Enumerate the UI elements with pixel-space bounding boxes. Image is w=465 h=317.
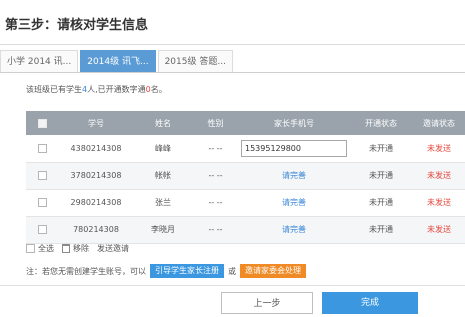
table-header-row: 学号 姓名 性别 家长手机号 开通状态 邀请状态 <box>26 111 465 135</box>
row-checkbox[interactable] <box>37 171 47 180</box>
row-checkbox[interactable] <box>37 143 47 153</box>
student-name: 张兰 <box>155 198 171 207</box>
tab-class-3[interactable]: 2015级 答题... <box>157 50 233 72</box>
col-header-gender: 性别 <box>207 118 224 128</box>
student-gender: -- -- <box>208 198 223 207</box>
col-header-id: 学号 <box>88 118 104 128</box>
class-summary: 该班级已有学生4人,已开通数字通0名。 <box>26 84 167 95</box>
note-line: 注：若您无需创建学生账号，可以 引导学生家长注册 或 邀请家委会处理 <box>26 264 306 278</box>
invite-status: 未发送 <box>427 198 451 207</box>
invite-status: 未发送 <box>427 225 451 234</box>
student-id: 2980214308 <box>70 198 122 207</box>
student-gender: -- -- <box>208 143 223 153</box>
student-gender: -- -- <box>208 171 223 180</box>
title-divider <box>0 44 465 45</box>
trash-icon <box>62 244 70 253</box>
invite-status: 未发送 <box>427 171 451 180</box>
row-checkbox[interactable] <box>37 198 47 207</box>
student-gender: -- -- <box>208 225 223 234</box>
student-name: 李晓月 <box>151 225 175 234</box>
select-all-checkbox[interactable] <box>26 244 35 253</box>
bulk-actions: 全选 移除 发送邀请 <box>26 243 137 254</box>
previous-step-button[interactable]: 上一步 <box>221 292 313 314</box>
col-header-open-status: 开通状态 <box>365 118 397 128</box>
select-all-button[interactable]: 全选 <box>26 243 54 254</box>
col-header-phone: 家长手机号 <box>274 118 314 128</box>
note-text: 注：若您无需创建学生账号，可以 <box>26 266 146 276</box>
summary-suffix: 名。 <box>150 85 167 94</box>
complete-phone-link[interactable]: 请完善 <box>239 216 349 243</box>
note-or: 或 <box>228 266 236 276</box>
student-id: 780214308 <box>73 225 119 234</box>
student-table: 学号 姓名 性别 家长手机号 开通状态 邀请状态 4380214308 峰峰 -… <box>26 111 465 244</box>
invite-committee-button[interactable]: 邀请家委会处理 <box>240 264 306 278</box>
student-name: 帐帐 <box>155 171 171 180</box>
tab-class-2[interactable]: 2014级 讯飞... <box>80 50 156 72</box>
invite-status: 未发送 <box>427 143 451 153</box>
parent-phone-input[interactable] <box>241 139 347 157</box>
class-tabs: 小学 2014 讯... 2014级 讯飞... 2015级 答题... <box>0 50 235 72</box>
finish-button[interactable]: 完成 <box>322 292 418 314</box>
summary-prefix: 该班级已有学生 <box>26 85 82 94</box>
student-id: 4380214308 <box>70 143 122 153</box>
open-status: 未开通 <box>369 225 393 234</box>
open-status: 未开通 <box>369 143 393 153</box>
remove-label: 移除 <box>73 244 89 253</box>
complete-phone-link[interactable]: 请完善 <box>239 162 349 189</box>
student-id: 3780214308 <box>70 171 122 180</box>
col-header-invite-status: 邀请状态 <box>423 118 455 128</box>
complete-phone-link[interactable]: 请完善 <box>239 189 349 216</box>
row-checkbox[interactable] <box>37 225 47 234</box>
table-row: 2980214308 张兰 -- -- 请完善 未开通 未发送 <box>26 189 465 216</box>
send-invite-button[interactable]: 发送邀请 <box>97 243 129 254</box>
select-all-header-checkbox[interactable] <box>37 118 47 128</box>
guide-parent-register-button[interactable]: 引导学生家长注册 <box>150 264 224 278</box>
table-row: 780214308 李晓月 -- -- 请完善 未开通 未发送 <box>26 216 465 243</box>
select-all-label: 全选 <box>38 244 54 253</box>
table-row: 4380214308 峰峰 -- -- 未开通 未发送 <box>26 135 465 162</box>
col-header-name: 姓名 <box>155 118 171 128</box>
remove-button[interactable]: 移除 <box>62 243 89 254</box>
open-status: 未开通 <box>369 198 393 207</box>
tabs-divider <box>0 72 465 73</box>
open-status: 未开通 <box>369 171 393 180</box>
student-name: 峰峰 <box>155 143 171 153</box>
footer-divider <box>0 285 465 286</box>
tab-class-1[interactable]: 小学 2014 讯... <box>0 50 79 72</box>
summary-middle: 人,已开通数字通 <box>87 85 146 94</box>
page-title: 第三步：请核对学生信息 <box>5 18 149 33</box>
table-row: 3780214308 帐帐 -- -- 请完善 未开通 未发送 <box>26 162 465 189</box>
